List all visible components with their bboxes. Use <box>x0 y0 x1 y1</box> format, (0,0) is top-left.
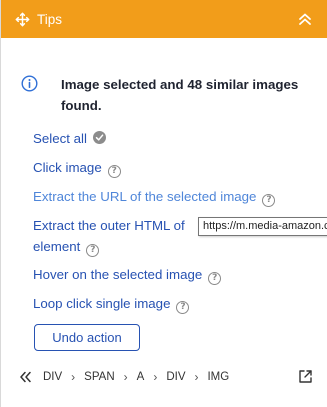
help-icon[interactable]: ? <box>262 194 276 207</box>
panel-title: Tips <box>37 11 63 27</box>
notice-text: Image selected and 48 similar images fou… <box>61 77 299 113</box>
click-image-label: Click image <box>33 160 102 175</box>
breadcrumb-span[interactable]: SPAN <box>83 371 115 383</box>
chevron-right-icon: › <box>71 370 76 384</box>
select-all-action[interactable]: Select all <box>33 128 106 149</box>
select-all-label: Select all <box>33 131 87 146</box>
breadcrumb-div[interactable]: DIV <box>42 371 63 383</box>
chevron-right-icon: › <box>194 370 199 384</box>
info-icon <box>21 75 38 92</box>
extract-outer-html-label-2: element <box>33 239 81 254</box>
help-icon[interactable]: ? <box>208 272 222 285</box>
click-image-action[interactable]: Click image? <box>33 157 121 178</box>
external-link-icon[interactable] <box>298 369 313 384</box>
breadcrumb-div-2[interactable]: DIV <box>165 371 186 383</box>
tips-panel: Tips Image selected and 48 similar image… <box>0 0 327 407</box>
url-tooltip: https://m.media-amazon.com <box>198 217 327 236</box>
collapse-icon[interactable] <box>296 10 314 28</box>
double-chevron-left-icon[interactable] <box>19 370 33 384</box>
extract-url-action[interactable]: Extract the URL of the selected image? <box>33 186 276 207</box>
extract-url-label: Extract the URL of the selected image <box>33 189 257 204</box>
undo-button[interactable]: Undo action <box>34 324 140 351</box>
hover-image-label: Hover on the selected image <box>33 267 203 282</box>
chevron-right-icon: › <box>153 370 158 384</box>
check-circle-icon <box>92 131 106 144</box>
help-icon[interactable]: ? <box>107 165 121 178</box>
loop-click-label: Loop click single image <box>33 296 171 311</box>
extract-outer-html-action[interactable]: Extract the outer HTML of element? <box>33 215 185 257</box>
selection-notice: Image selected and 48 similar images fou… <box>21 74 299 116</box>
move-icon[interactable] <box>14 11 30 27</box>
element-breadcrumb: DIV › SPAN › A › DIV › IMG <box>19 370 230 384</box>
chevron-right-icon: › <box>123 370 128 384</box>
loop-click-action[interactable]: Loop click single image? <box>33 293 190 314</box>
breadcrumb-img[interactable]: IMG <box>206 371 230 383</box>
help-icon[interactable]: ? <box>176 301 190 314</box>
breadcrumb-a[interactable]: A <box>136 371 146 383</box>
hover-image-action[interactable]: Hover on the selected image? <box>33 264 222 285</box>
panel-header: Tips <box>1 0 327 38</box>
help-icon[interactable]: ? <box>86 244 100 257</box>
extract-outer-html-label: Extract the outer HTML of <box>33 218 185 233</box>
